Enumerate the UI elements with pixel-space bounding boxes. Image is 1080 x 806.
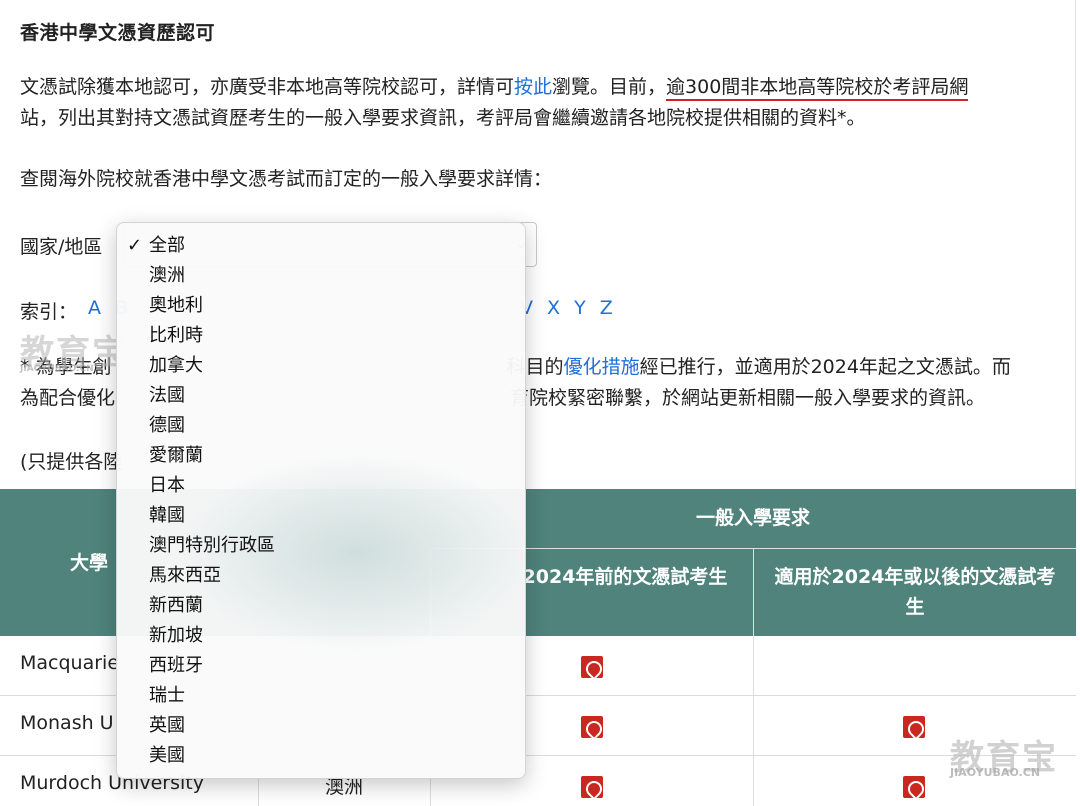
- university-name[interactable]: Macquarie: [20, 652, 119, 674]
- index-letters-right[interactable]: V X Y Z: [520, 297, 617, 319]
- dropdown-option[interactable]: 瑞士: [117, 681, 525, 711]
- dropdown-option[interactable]: 德國: [117, 411, 525, 441]
- option-label: 日本: [149, 475, 185, 496]
- option-label: 奧地利: [149, 295, 203, 316]
- dropdown-option[interactable]: 馬來西亞: [117, 561, 525, 591]
- option-label: 英國: [149, 715, 185, 736]
- option-label: 法國: [149, 385, 185, 406]
- header-divider: [753, 548, 754, 636]
- note-text-c: 經已推行，並適用於2024年起之文憑試。而: [639, 356, 1011, 378]
- option-label: 美國: [149, 745, 185, 766]
- option-label: 全部: [149, 235, 185, 256]
- option-label: 瑞士: [149, 685, 185, 706]
- optimization-link[interactable]: 優化措施: [564, 356, 640, 378]
- header-pre-2024: 2024年前的文憑試考生: [522, 566, 728, 588]
- pdf-icon[interactable]: [903, 776, 925, 798]
- header-post-2024: 適用於2024年或以後的文憑試考生: [774, 566, 1056, 618]
- intro-highlight: 逾300間非本地高等院校於考評局網: [666, 76, 969, 101]
- dropdown-option[interactable]: 奧地利: [117, 291, 525, 321]
- lookup-text: 查閱海外院校就香港中學文憑考試而訂定的一般入學要求詳情：: [20, 168, 553, 190]
- note-text-d: 為配合優化: [20, 387, 116, 409]
- dropdown-option[interactable]: 韓國: [117, 501, 525, 531]
- pdf-icon[interactable]: [581, 656, 603, 678]
- page-heading: 香港中學文憑資歷認可: [20, 22, 216, 44]
- dropdown-option[interactable]: 比利時: [117, 321, 525, 351]
- dropdown-option[interactable]: ✓ 全部: [117, 231, 525, 261]
- dropdown-option[interactable]: 美國: [117, 741, 525, 771]
- intro-text-b: 瀏覽。目前，: [552, 76, 667, 98]
- option-label: 新加坡: [149, 625, 203, 646]
- option-label: 比利時: [149, 325, 203, 346]
- dropdown-option[interactable]: 日本: [117, 471, 525, 501]
- checkmark-icon: ✓: [127, 235, 143, 256]
- index-label: 索引：: [20, 301, 78, 323]
- dropdown-option[interactable]: 西班牙: [117, 651, 525, 681]
- cell-divider: [753, 696, 754, 756]
- cell-divider: [753, 756, 754, 806]
- dropdown-option[interactable]: 澳門特別行政區: [117, 531, 525, 561]
- university-name[interactable]: Monash U: [20, 712, 114, 734]
- header-general-requirements: 一般入學要求: [695, 507, 810, 529]
- option-label: 德國: [149, 415, 185, 436]
- note-line-3: (只提供各陸: [20, 451, 123, 473]
- intro-line-2: 站，列出其對持文憑試資歷考生的一般入學要求資訊，考評局會繼續邀請各地院校提供相關…: [20, 107, 866, 129]
- dropdown-option[interactable]: 加拿大: [117, 351, 525, 381]
- pdf-icon[interactable]: [581, 776, 603, 798]
- dropdown-option[interactable]: 愛爾蘭: [117, 441, 525, 471]
- note-text-e: 育院校緊密聯繫，於網站更新相關一般入學要求的資訊。: [510, 387, 986, 409]
- watermark-url: JIAOYUBAO.CN: [950, 766, 1041, 779]
- content-panel: 香港中學文憑資歷認可 文憑試除獲本地認可，亦廣受非本地高等院校認可，詳情可按此瀏…: [0, 0, 1076, 806]
- intro-line-1: 文憑試除獲本地認可，亦廣受非本地高等院校認可，詳情可按此瀏覽。目前，逾300間非…: [20, 72, 1060, 102]
- option-label: 澳門特別行政區: [149, 535, 275, 556]
- option-label: 澳洲: [149, 265, 185, 286]
- option-label: 加拿大: [149, 355, 203, 376]
- watermark-url: JIAOYUBAO.CN: [20, 364, 94, 374]
- pdf-icon[interactable]: [581, 716, 603, 738]
- intro-text-a: 文憑試除獲本地認可，亦廣受非本地高等院校認可，詳情可: [20, 76, 515, 98]
- dropdown-option[interactable]: 新西蘭: [117, 591, 525, 621]
- option-label: 愛爾蘭: [149, 445, 203, 466]
- pdf-icon[interactable]: [903, 716, 925, 738]
- dropdown-option[interactable]: 澳洲: [117, 261, 525, 291]
- country-filter-label: 國家/地區: [20, 236, 103, 258]
- cell-divider: [753, 636, 754, 696]
- option-label: 西班牙: [149, 655, 203, 676]
- dropdown-option[interactable]: 新加坡: [117, 621, 525, 651]
- details-link[interactable]: 按此: [514, 76, 552, 98]
- option-label: 馬來西亞: [149, 565, 221, 586]
- option-label: 新西蘭: [149, 595, 203, 616]
- option-label: 韓國: [149, 505, 185, 526]
- country-dropdown-menu[interactable]: ✓ 全部 澳洲 奧地利 比利時 加拿大 法國 德國 愛爾蘭 日本 韓國 澳門特別行…: [116, 222, 526, 779]
- dropdown-option[interactable]: 法國: [117, 381, 525, 411]
- dropdown-option[interactable]: 英國: [117, 711, 525, 741]
